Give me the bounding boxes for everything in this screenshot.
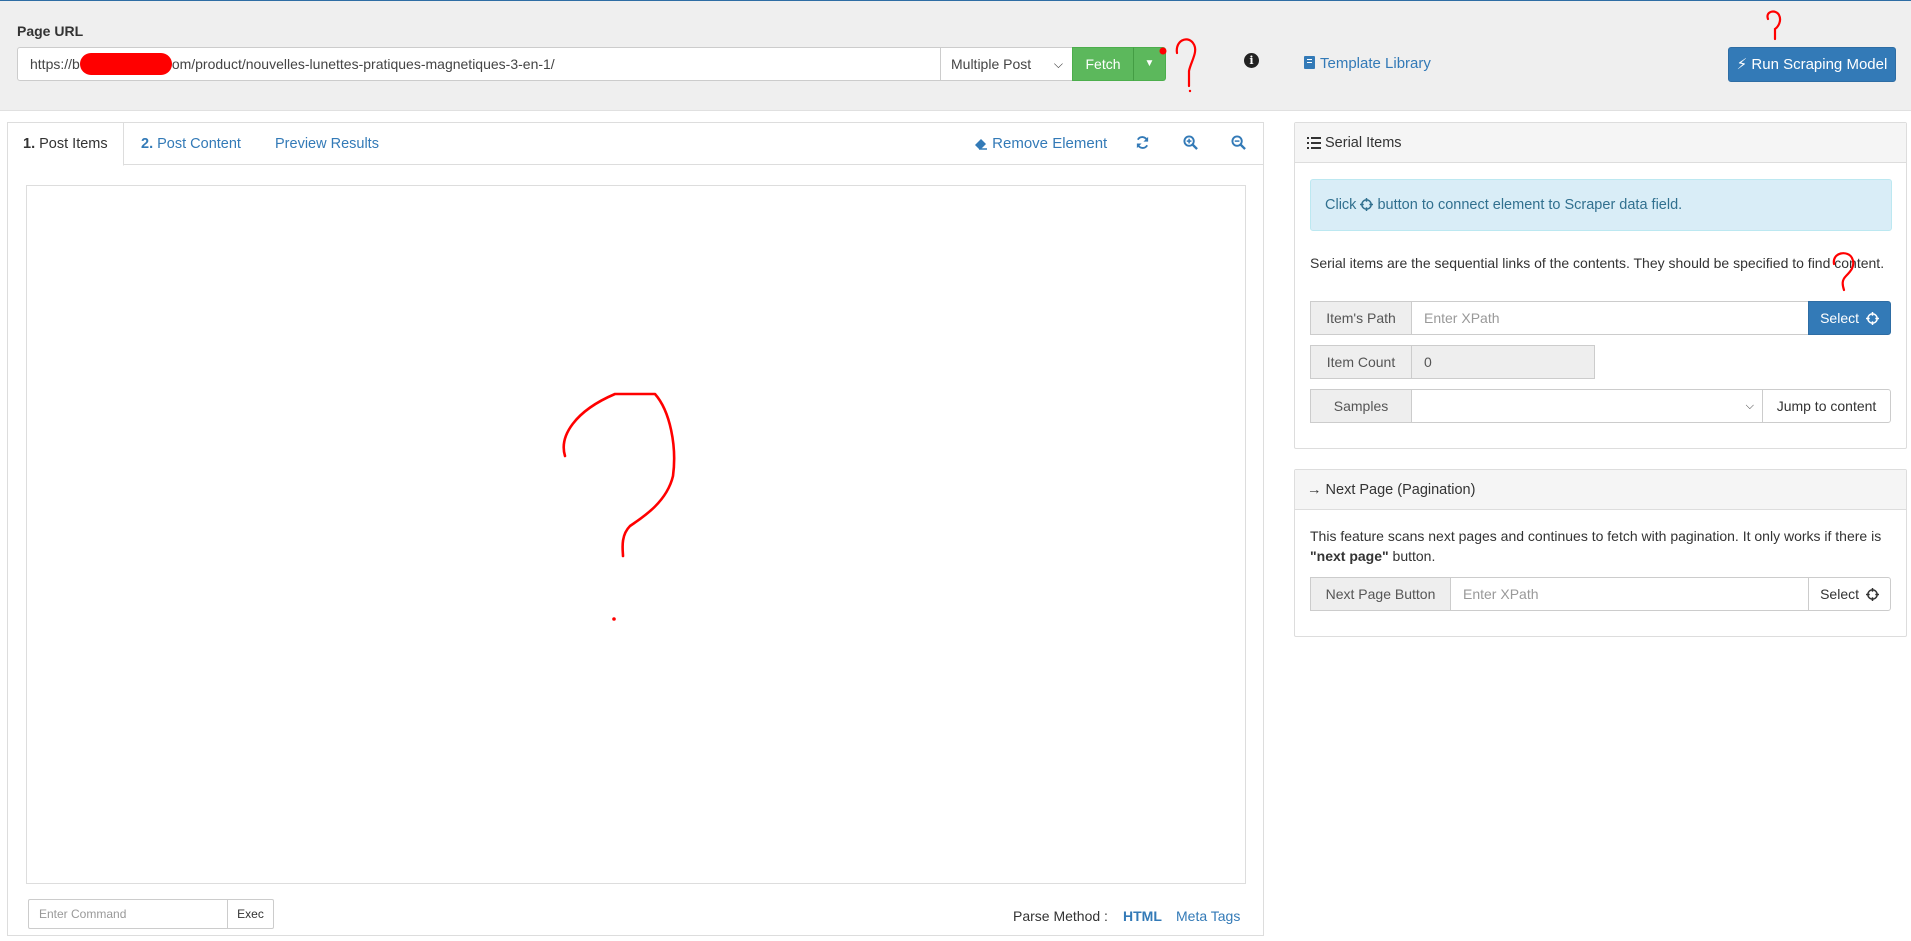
serial-items-panel: Serial Items Click button to connect ele… (1294, 122, 1907, 449)
items-path-input[interactable]: Enter XPath (1411, 301, 1809, 335)
pagination-panel: → Next Page (Pagination) This feature sc… (1294, 469, 1907, 637)
workspace-tabs: 1. Post Items 2. Post Content Preview Re… (8, 123, 1263, 166)
tab-preview-results[interactable]: Preview Results (260, 123, 394, 165)
pagination-desc-post: button. (1388, 548, 1436, 564)
page-url-label: Page URL (17, 23, 84, 39)
command-input[interactable]: Enter Command (28, 899, 228, 929)
tab-number: 2. (141, 136, 154, 152)
scrape-mode-select[interactable]: Multiple Post ⌵ (940, 47, 1073, 81)
chevron-down-icon: ⌵ (1745, 400, 1754, 412)
run-scraping-model-button[interactable]: ⚡︎ Run Scraping Model (1728, 47, 1896, 82)
fetch-dropdown-toggle[interactable]: ▼ (1133, 47, 1166, 81)
caret-down-icon: ▼ (1144, 58, 1155, 69)
pagination-header: → Next Page (Pagination) (1295, 470, 1906, 510)
url-start: https://b (30, 56, 80, 72)
items-path-select-button[interactable]: Select (1808, 301, 1891, 335)
next-page-select-button[interactable]: Select (1808, 577, 1891, 611)
select-label: Select (1820, 310, 1860, 326)
item-count-label: Item Count (1310, 345, 1412, 379)
tab-label: Post Content (157, 136, 241, 152)
pagination-desc-bold: "next page" (1310, 548, 1389, 564)
scrape-mode-value: Multiple Post (951, 56, 1032, 72)
remove-element-button[interactable]: Remove Element (974, 135, 1107, 152)
fetch-button[interactable]: Fetch (1072, 47, 1134, 81)
tab-label: Post Items (39, 136, 108, 152)
template-library-link[interactable]: Template Library (1304, 55, 1431, 72)
info-alert: Click button to connect element to Scrap… (1310, 179, 1892, 231)
samples-select[interactable]: ⌵ (1411, 389, 1763, 423)
url-end: om/product/nouvelles-lunettes-pratiques-… (171, 56, 555, 72)
next-page-button-label: Next Page Button (1310, 577, 1451, 611)
tab-post-content[interactable]: 2. Post Content (126, 123, 256, 165)
select-label: Select (1820, 586, 1860, 602)
eraser-icon (975, 139, 987, 150)
item-count-value: 0 (1411, 345, 1595, 379)
pagination-description: This feature scans next pages and contin… (1310, 526, 1892, 566)
crosshairs-icon (1865, 588, 1879, 601)
run-label: Run Scraping Model (1751, 56, 1888, 73)
zoom-out-icon (1231, 135, 1246, 150)
crosshairs-icon (1865, 312, 1879, 325)
template-library-label: Template Library (1320, 55, 1431, 72)
exec-button[interactable]: Exec (227, 899, 274, 929)
tab-post-items[interactable]: 1. Post Items (8, 123, 124, 166)
parse-method-html[interactable]: HTML (1123, 908, 1162, 924)
arrow-right-icon: → (1307, 482, 1322, 498)
bolt-icon: ⚡︎ (1736, 56, 1748, 73)
crosshairs-icon (1360, 198, 1374, 211)
info-icon[interactable]: i (1244, 53, 1259, 68)
pagination-title: Next Page (Pagination) (1325, 482, 1476, 498)
parse-method-label: Parse Method : (1013, 908, 1108, 924)
pagination-desc-pre: This feature scans next pages and contin… (1310, 528, 1882, 544)
serial-items-title: Serial Items (1325, 135, 1402, 151)
list-icon (1307, 137, 1321, 149)
items-path-label: Item's Path (1310, 301, 1412, 335)
page-preview-frame[interactable] (26, 185, 1246, 884)
tab-number: 1. (23, 136, 36, 152)
zoom-in-button[interactable] (1183, 135, 1198, 152)
chevron-down-icon: ⌵ (1053, 57, 1063, 71)
alert-text-pre: Click (1325, 197, 1357, 213)
tab-label: Preview Results (275, 136, 379, 152)
top-toolbar: Page URL https://b om/product/nouvelles-l… (0, 1, 1911, 111)
jump-to-content-button[interactable]: Jump to content (1762, 389, 1891, 423)
alert-text-post: button to connect element to Scraper dat… (1377, 197, 1683, 213)
zoom-out-button[interactable] (1231, 135, 1246, 152)
zoom-in-icon (1183, 135, 1198, 150)
redaction-mark (80, 53, 172, 75)
parse-method-meta-tags[interactable]: Meta Tags (1176, 908, 1240, 924)
next-page-xpath-input[interactable]: Enter XPath (1450, 577, 1809, 611)
refresh-icon (1136, 136, 1149, 149)
serial-items-description: Serial items are the sequential links of… (1310, 255, 1885, 271)
samples-label: Samples (1310, 389, 1412, 423)
refresh-button[interactable] (1135, 135, 1150, 152)
workspace-panel: 1. Post Items 2. Post Content Preview Re… (7, 122, 1264, 936)
book-icon (1304, 56, 1315, 69)
serial-items-header: Serial Items (1295, 123, 1906, 163)
remove-element-label: Remove Element (992, 135, 1108, 152)
